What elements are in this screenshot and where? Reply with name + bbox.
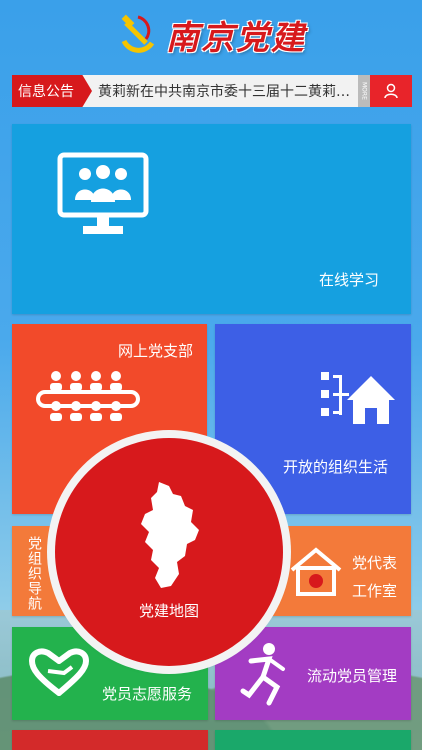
party-map-label: 党建地图: [138, 602, 199, 620]
user-button[interactable]: [370, 75, 412, 107]
tile-open-org-life-label: 开放的组织生活: [283, 458, 389, 476]
tile-bottom-right[interactable]: [215, 730, 411, 750]
notice-more[interactable]: MORE: [358, 75, 370, 107]
tile-mobile-member-mgmt-label: 流动党员管理: [306, 667, 397, 685]
hammer-sickle-icon: [121, 14, 155, 53]
app-header: 南京党建: [0, 8, 422, 62]
running-person-icon: [240, 643, 285, 706]
party-map-button[interactable]: 党建地图: [55, 438, 283, 666]
notice-tag: 信息公告: [12, 75, 92, 107]
notice-bar[interactable]: 信息公告 黄莉新在中共南京市委十三届十二黄莉新在中共南京市委十三届十二 MORE: [12, 75, 412, 107]
party-house-icon: [290, 547, 342, 596]
user-icon: [384, 83, 398, 99]
org-house-icon: [321, 372, 395, 424]
nanjing-map-icon: [141, 482, 199, 588]
heart-hand-icon: [28, 648, 90, 696]
tile-bottom-left[interactable]: [12, 730, 208, 750]
tile-rep-office-label-2: 工作室: [351, 582, 397, 600]
notice-text[interactable]: 黄莉新在中共南京市委十三届十二黄莉新在中共南京市委十三届十二: [92, 81, 358, 101]
tile-online-study-label: 在线学习: [318, 271, 379, 289]
tile-online-branch-label: 网上党支部: [117, 342, 193, 360]
tile-rep-office[interactable]: 党代表 工作室: [270, 526, 411, 616]
app-title: 南京党建: [166, 18, 306, 57]
tile-rep-office-label-1: 党代表: [351, 554, 397, 572]
tile-volunteer-service-label: 党员志愿服务: [101, 685, 192, 703]
tile-online-study[interactable]: 在线学习: [12, 124, 411, 314]
online-study-icon: [57, 152, 149, 234]
tile-party-org-nav-label: 党组织导航: [26, 536, 42, 611]
group-meeting-icon: [36, 371, 140, 421]
tile-mobile-member-mgmt[interactable]: 流动党员管理: [215, 627, 411, 720]
